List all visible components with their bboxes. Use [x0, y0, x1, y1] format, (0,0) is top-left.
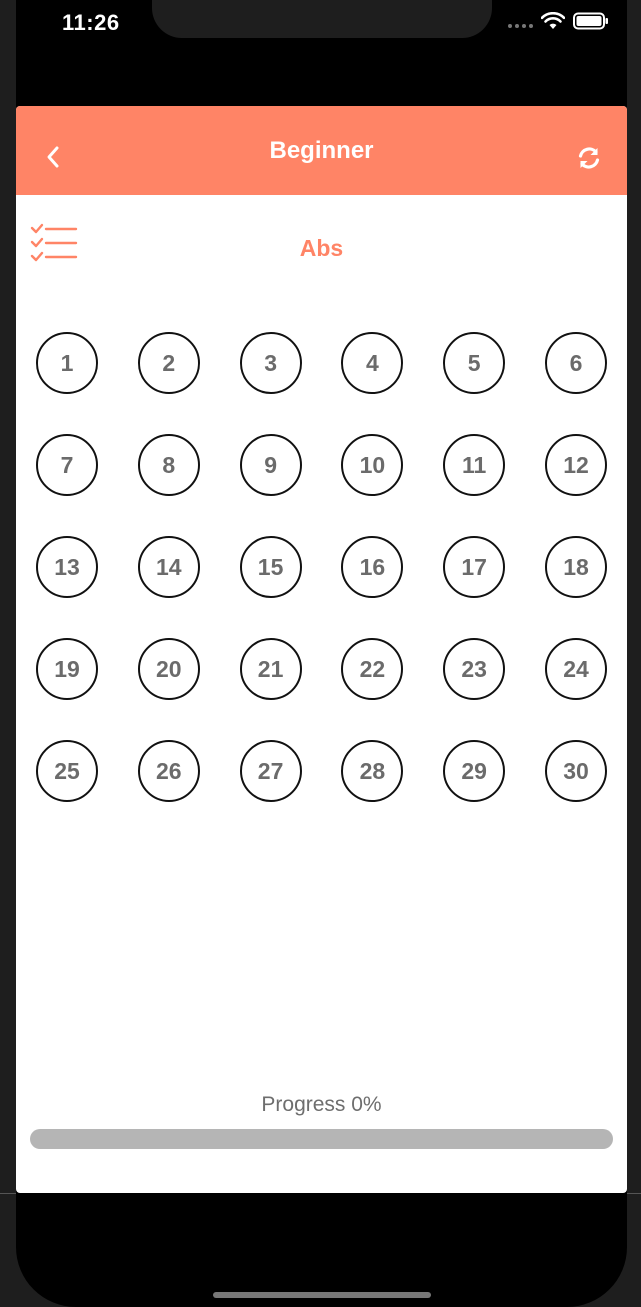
day-button[interactable]: 17	[443, 536, 506, 598]
day-button[interactable]: 24	[544, 638, 607, 700]
day-button[interactable]: 23	[443, 638, 506, 700]
nav-title: Beginner	[269, 136, 374, 164]
nav-bar: Beginner	[16, 106, 627, 195]
day-button[interactable]: 8	[137, 434, 200, 496]
wifi-icon	[541, 12, 565, 29]
day-button[interactable]: 12	[544, 434, 607, 496]
day-button[interactable]: 25	[36, 740, 98, 802]
day-button[interactable]: 27	[239, 740, 302, 802]
day-button[interactable]: 15	[239, 536, 302, 598]
phone-screen: 11:26 Beginner Abs 1 2 3 4 5 6 7 8 9 10 …	[16, 0, 627, 1307]
day-button[interactable]: 16	[341, 536, 404, 598]
status-icons	[508, 12, 609, 30]
day-button[interactable]: 28	[341, 740, 404, 802]
day-button[interactable]: 5	[443, 332, 506, 394]
workout-sheet: Beginner Abs 1 2 3 4 5 6 7 8 9 10 11 12 …	[16, 106, 627, 1193]
refresh-button[interactable]	[575, 144, 603, 172]
day-button[interactable]: 18	[544, 536, 607, 598]
battery-icon	[573, 12, 608, 30]
day-button[interactable]: 20	[137, 638, 200, 700]
day-grid: 1 2 3 4 5 6 7 8 9 10 11 12 13 14 15 16 17 18 19 20 21 22 23 24 2…	[36, 332, 608, 802]
day-button[interactable]: 7	[36, 434, 98, 496]
day-button[interactable]: 4	[341, 332, 404, 394]
day-button[interactable]: 14	[137, 536, 200, 598]
day-button[interactable]: 26	[137, 740, 200, 802]
day-button[interactable]: 10	[341, 434, 404, 496]
chevron-left-icon	[47, 146, 59, 168]
day-button[interactable]: 1	[36, 332, 98, 394]
device-frame: 11:26 Beginner Abs 1 2 3 4 5 6 7 8 9 10 …	[0, 0, 641, 1307]
back-button[interactable]	[40, 144, 66, 170]
status-time: 11:26	[62, 10, 120, 35]
day-button[interactable]: 22	[341, 638, 404, 700]
day-button[interactable]: 13	[36, 536, 98, 598]
day-button[interactable]: 2	[137, 332, 200, 394]
day-button[interactable]: 3	[239, 332, 302, 394]
day-button[interactable]: 30	[544, 740, 607, 802]
section-title: Abs	[299, 235, 344, 261]
day-button[interactable]: 11	[443, 434, 506, 496]
day-button[interactable]: 6	[544, 332, 607, 394]
day-button[interactable]: 9	[239, 434, 302, 496]
day-button[interactable]: 19	[36, 638, 98, 700]
day-button[interactable]: 29	[443, 740, 506, 802]
day-button[interactable]: 21	[239, 638, 302, 700]
frame-divider	[627, 1193, 641, 1194]
notch	[152, 0, 492, 38]
refresh-icon	[578, 147, 600, 169]
signal-icon	[508, 14, 533, 28]
frame-divider	[0, 1193, 16, 1194]
progress-bar	[30, 1129, 613, 1149]
home-indicator[interactable]	[213, 1292, 431, 1298]
section-header: Abs	[16, 195, 627, 300]
progress-label: Progress 0%	[261, 1093, 382, 1116]
